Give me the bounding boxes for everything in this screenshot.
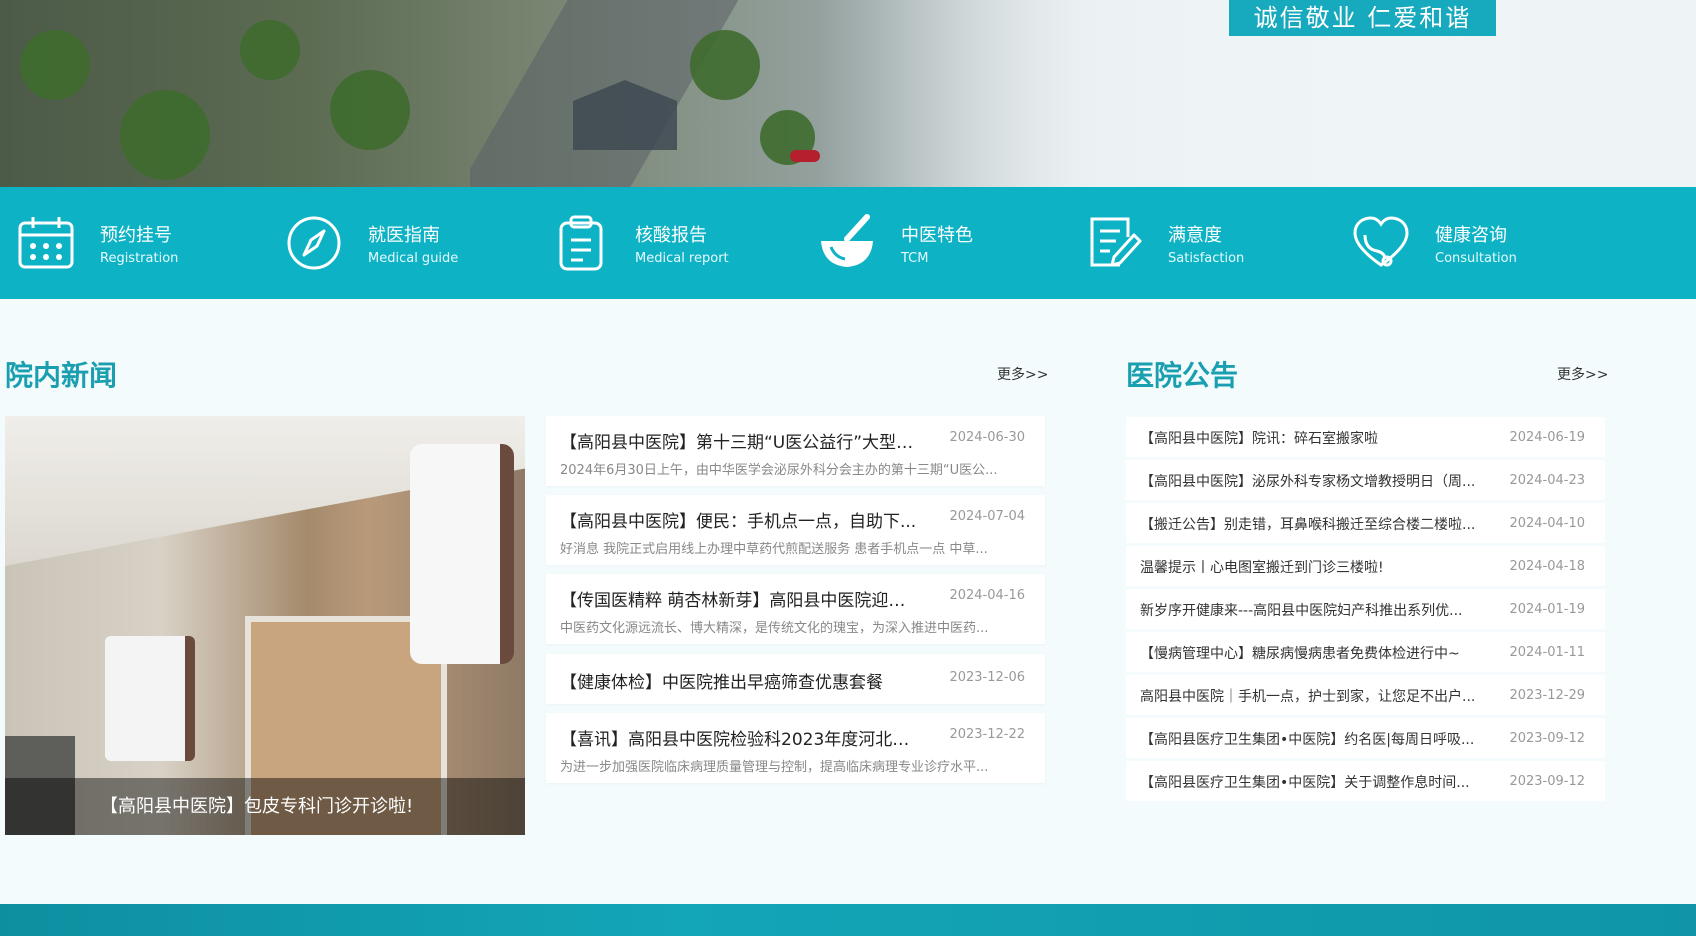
notice-list-item[interactable]: 温馨提示丨心电图室搬迁到门诊三楼啦! 2024-04-18 — [1126, 546, 1605, 586]
news-item-title[interactable]: 【传国医精粹 萌杏林新芽】高阳县中医院迎来... — [560, 586, 920, 611]
notice-item-date: 2023-09-12 — [1509, 774, 1585, 789]
notice-item-date: 2024-04-18 — [1509, 559, 1585, 574]
notice-item-title[interactable]: 【高阳县医疗卫生集团•中医院】约名医|每周日呼吸... — [1140, 729, 1500, 749]
notice-list-item[interactable]: 新岁序开健康来---高阳县中医院妇产科推出系列优... 2024-01-19 — [1126, 589, 1605, 629]
banner-tree — [20, 30, 90, 100]
news-item-summary: 2024年6月30日上午，由中华医学会泌尿外科分会主办的第十三期“U医公... — [560, 463, 998, 478]
news-item-summary: 为进一步加强医院临床病理质量管理与控制，提高临床病理专业诊疗水平... — [560, 760, 989, 775]
quick-item-label: 中医特色 — [901, 225, 973, 246]
notices-section-title: 医院公告 — [1126, 359, 1239, 392]
news-list-item[interactable]: 【喜讯】高阳县中医院检验科2023年度河北省... 2023-12-22 为进一… — [546, 713, 1045, 783]
quick-item-sublabel: Consultation — [1435, 251, 1517, 266]
notice-item-title[interactable]: 高阳县中医院｜手机一点，护士到家，让您足不出户... — [1140, 686, 1500, 706]
quick-item-consultation[interactable]: 健康咨询 Consultation — [1351, 187, 1551, 299]
notice-item-title[interactable]: 新岁序开健康来---高阳县中医院妇产科推出系列优... — [1140, 600, 1500, 620]
banner-tree — [240, 20, 300, 80]
notice-item-title[interactable]: 【高阳县中医院】院讯：碎石室搬家啦 — [1140, 428, 1500, 448]
banner-tree — [120, 90, 210, 180]
banner-tree — [690, 30, 760, 100]
clipboard-icon — [559, 215, 603, 271]
news-item-date: 2023-12-06 — [949, 670, 1025, 685]
notice-item-title[interactable]: 【高阳县中医院】泌尿外科专家杨文增教授明日（周... — [1140, 471, 1500, 491]
news-item-date: 2024-07-04 — [949, 509, 1025, 524]
news-list-item[interactable]: 【健康体检】中医院推出早癌筛查优惠套餐 2023-12-06 — [546, 654, 1045, 704]
photo-sign — [105, 636, 195, 761]
quick-item-sublabel: Medical guide — [368, 251, 459, 266]
notice-item-date: 2023-12-29 — [1509, 688, 1585, 703]
quick-item-sublabel: Satisfaction — [1168, 251, 1245, 266]
heart-stethoscope-icon — [1353, 216, 1409, 267]
compass-icon — [287, 216, 341, 270]
quick-item-label: 健康咨询 — [1435, 225, 1507, 246]
news-list-item[interactable]: 【传国医精粹 萌杏林新芽】高阳县中医院迎来... 2024-04-16 中医药文… — [546, 574, 1045, 644]
notice-item-date: 2024-06-19 — [1509, 430, 1585, 445]
banner-tree — [330, 70, 410, 150]
survey-pen-icon — [1090, 217, 1142, 267]
quick-item-report[interactable]: 核酸报告 Medical report — [551, 187, 751, 299]
quick-item-guide[interactable]: 就医指南 Medical guide — [284, 187, 484, 299]
news-item-date: 2024-04-16 — [949, 588, 1025, 603]
notice-item-title[interactable]: 【慢病管理中心】糖尿病慢病患者免费体检进行中~ — [1140, 643, 1500, 663]
quick-item-label: 就医指南 — [368, 225, 440, 246]
news-item-summary: 中医药文化源远流长、博大精深，是传统文化的瑰宝，为深入推进中医药... — [560, 621, 989, 636]
news-item-date: 2023-12-22 — [949, 727, 1025, 742]
notice-list-item[interactable]: 【高阳县中医院】泌尿外科专家杨文增教授明日（周... 2024-04-23 — [1126, 460, 1605, 500]
news-item-date: 2024-06-30 — [949, 430, 1025, 445]
notices-more-link[interactable]: 更多>> — [1557, 364, 1608, 384]
news-item-title[interactable]: 【高阳县中医院】第十三期“U医公益行”大型泌... — [560, 428, 920, 453]
notice-item-date: 2024-04-23 — [1509, 473, 1585, 488]
quick-menu-bar: 预约挂号 Registration 就医指南 Medical guide 核酸报… — [0, 187, 1696, 299]
quick-item-label: 满意度 — [1168, 225, 1222, 246]
photo-sign — [410, 444, 514, 664]
news-item-title[interactable]: 【健康体检】中医院推出早癌筛查优惠套餐 — [560, 668, 920, 693]
notice-item-date: 2023-09-12 — [1509, 731, 1585, 746]
notice-list-item[interactable]: 【搬迁公告】别走错，耳鼻喉科搬迁至综合楼二楼啦... 2024-04-10 — [1126, 503, 1605, 543]
notice-list-item[interactable]: 【慢病管理中心】糖尿病慢病患者免费体检进行中~ 2024-01-11 — [1126, 632, 1605, 672]
hero-banner[interactable]: 诚信敬业 仁爱和谐 — [0, 0, 1696, 187]
notice-item-date: 2024-01-19 — [1509, 602, 1585, 617]
quick-item-satisfaction[interactable]: 满意度 Satisfaction — [1084, 187, 1284, 299]
quick-item-registration[interactable]: 预约挂号 Registration — [16, 187, 216, 299]
notice-item-title[interactable]: 【搬迁公告】别走错，耳鼻喉科搬迁至综合楼二楼啦... — [1140, 514, 1500, 534]
notice-item-date: 2024-04-10 — [1509, 516, 1585, 531]
news-item-title[interactable]: 【喜讯】高阳县中医院检验科2023年度河北省... — [560, 725, 920, 750]
quick-item-sublabel: TCM — [901, 251, 929, 266]
news-item-title[interactable]: 【高阳县中医院】便民：手机点一点，自助下... — [560, 507, 920, 532]
notice-list-item[interactable]: 【高阳县医疗卫生集团•中医院】关于调整作息时间... 2023-09-12 — [1126, 761, 1605, 801]
notice-item-date: 2024-01-11 — [1509, 645, 1585, 660]
news-section-title: 院内新闻 — [5, 359, 118, 392]
quick-item-sublabel: Medical report — [635, 251, 729, 266]
news-list-item[interactable]: 【高阳县中医院】第十三期“U医公益行”大型泌... 2024-06-30 202… — [546, 416, 1045, 486]
news-list-item[interactable]: 【高阳县中医院】便民：手机点一点，自助下... 2024-07-04 好消息 我… — [546, 495, 1045, 565]
featured-news-caption[interactable]: 【高阳县中医院】包皮专科门诊开诊啦! — [100, 792, 413, 818]
quick-item-tcm[interactable]: 中医特色 TCM — [817, 187, 1017, 299]
notice-list-item[interactable]: 【高阳县中医院】院讯：碎石室搬家啦 2024-06-19 — [1126, 417, 1605, 457]
calendar-icon — [18, 217, 74, 269]
news-item-summary: 好消息 我院正式启用线上办理中草药代煎配送服务 患者手机点一点 中草... — [560, 542, 988, 557]
carousel-indicator[interactable] — [790, 150, 820, 162]
banner-slogan: 诚信敬业 仁爱和谐 — [1229, 0, 1496, 36]
notice-list-item[interactable]: 高阳县中医院｜手机一点，护士到家，让您足不出户... 2023-12-29 — [1126, 675, 1605, 715]
quick-item-label: 核酸报告 — [635, 225, 707, 246]
quick-item-sublabel: Registration — [100, 251, 179, 266]
notice-item-title[interactable]: 温馨提示丨心电图室搬迁到门诊三楼啦! — [1140, 557, 1500, 577]
news-more-link[interactable]: 更多>> — [997, 364, 1048, 384]
featured-caption-bar: 【高阳县中医院】包皮专科门诊开诊啦! — [5, 778, 525, 835]
quick-item-label: 预约挂号 — [100, 225, 172, 246]
footer-strip — [0, 904, 1696, 936]
mortar-icon — [821, 214, 873, 267]
notice-list-item[interactable]: 【高阳县医疗卫生集团•中医院】约名医|每周日呼吸... 2023-09-12 — [1126, 718, 1605, 758]
featured-news-image[interactable]: 【高阳县中医院】包皮专科门诊开诊啦! — [5, 416, 525, 835]
notice-item-title[interactable]: 【高阳县医疗卫生集团•中医院】关于调整作息时间... — [1140, 772, 1500, 792]
